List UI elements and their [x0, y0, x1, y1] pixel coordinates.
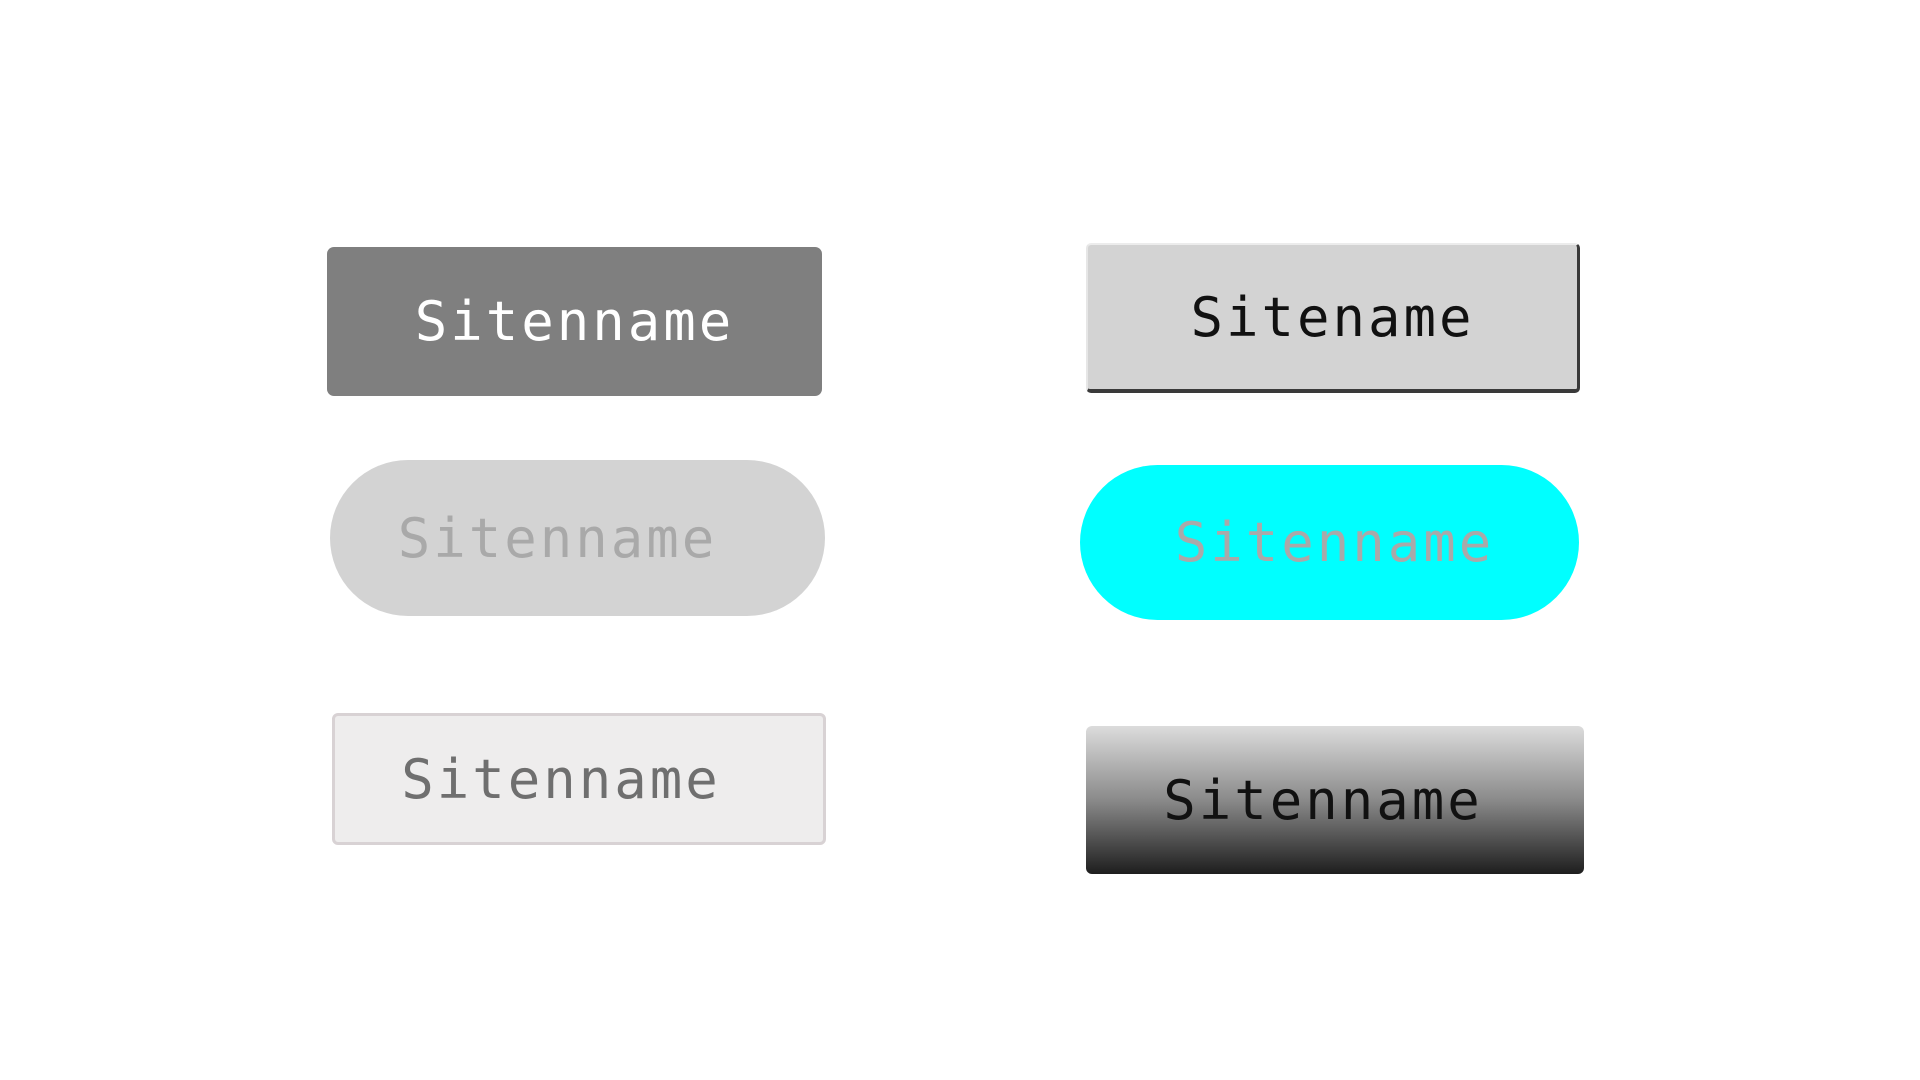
button-label: Sitenname — [414, 290, 735, 353]
sitenname-dark-button[interactable]: Sitenname — [327, 247, 822, 396]
button-label: Sitenname — [1163, 768, 1483, 832]
button-showcase: Sitenname Sitename Sitenname Sitenname S… — [0, 0, 1920, 1080]
sitenname-gradient-button[interactable]: Sitenname — [1086, 726, 1584, 874]
button-label: Sitenname — [1174, 511, 1495, 574]
sitenname-cyan-pill-button[interactable]: Sitenname — [1080, 465, 1579, 620]
button-label: Sitenname — [397, 506, 718, 570]
button-label: Sitename — [1190, 285, 1475, 349]
sitenname-grey-pill-button[interactable]: Sitenname — [330, 460, 825, 616]
sitenname-outline-button[interactable]: Sitenname — [332, 713, 826, 845]
sitename-raised-button[interactable]: Sitename — [1086, 243, 1580, 393]
button-label: Sitenname — [401, 747, 721, 811]
